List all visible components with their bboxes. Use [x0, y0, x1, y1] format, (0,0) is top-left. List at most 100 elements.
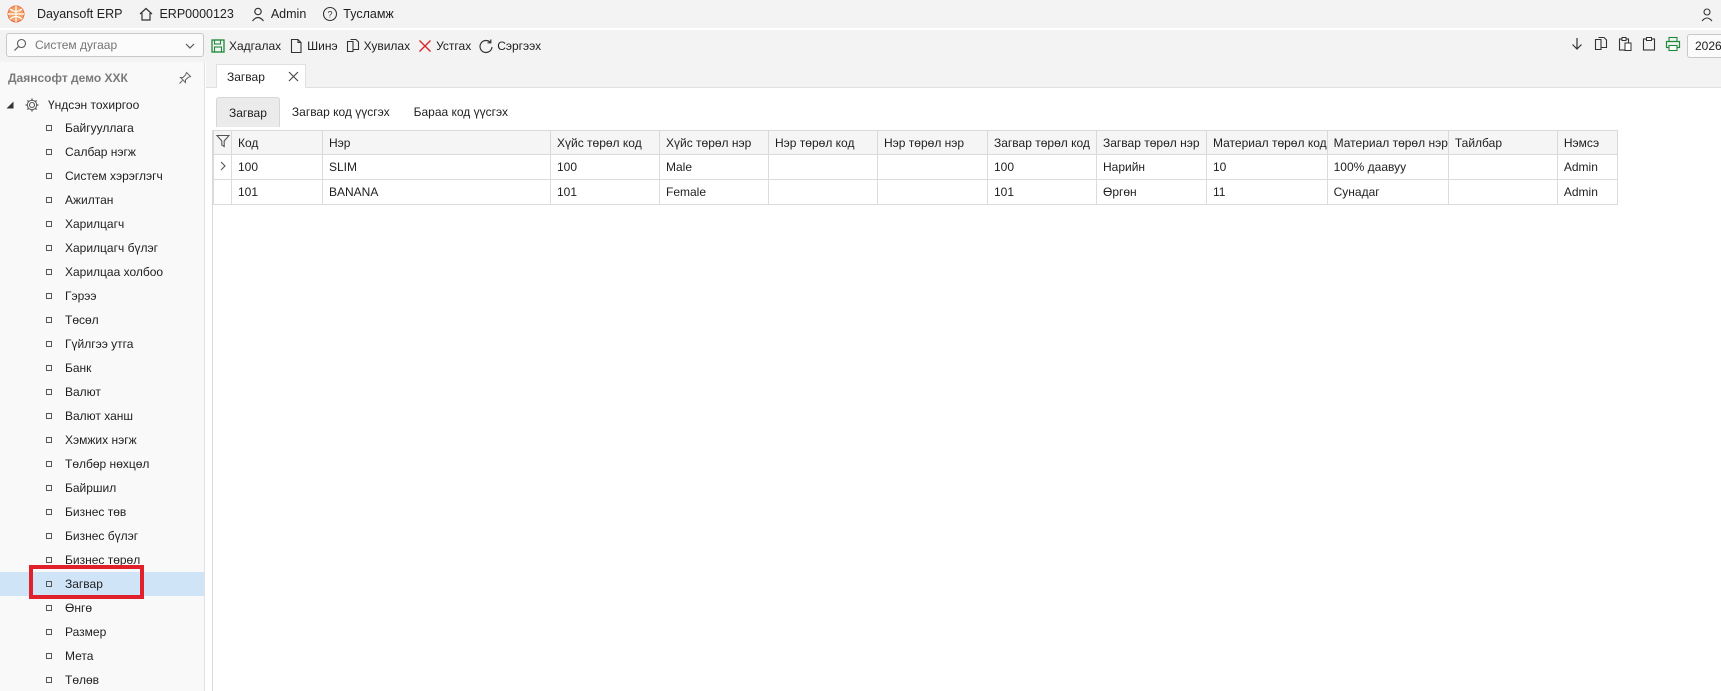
close-icon[interactable] — [288, 71, 299, 82]
table-cell[interactable]: Нарийн — [1096, 154, 1207, 180]
sidebar-item[interactable]: Хэмжих нэгж — [0, 428, 204, 452]
table-cell[interactable] — [877, 154, 988, 180]
column-header[interactable]: Тайлбар — [1447, 130, 1558, 155]
delete-button[interactable]: Устгах — [417, 38, 471, 54]
refresh-button[interactable]: Сэргээх — [478, 38, 541, 54]
refresh-icon — [479, 39, 493, 54]
column-header[interactable]: Материал төрөл код — [1206, 130, 1328, 155]
company-name: Даянсофт демо ХХК — [8, 71, 128, 85]
table-cell[interactable]: Male — [659, 154, 769, 180]
tree-root-basic-settings[interactable]: Үндсэн тохиргоо — [0, 94, 204, 116]
column-header[interactable]: Код — [231, 130, 323, 155]
copy-button[interactable]: Хувилах — [345, 38, 410, 54]
clipboard-icon[interactable] — [1641, 36, 1657, 52]
row-indicator[interactable] — [213, 154, 232, 180]
table-cell[interactable]: 101 — [550, 179, 660, 205]
column-header[interactable]: Нэр төрөл код — [768, 130, 878, 155]
user-button[interactable]: Admin — [250, 6, 306, 22]
sidebar-item[interactable]: Төлбөр нөхцөл — [0, 452, 204, 476]
column-header[interactable]: Материал төрөл нэр — [1326, 130, 1449, 155]
toolbar: Хадгалах Шинэ Хувилах Устгах Сэргээх 202… — [0, 30, 1721, 62]
table-cell[interactable]: BANANA — [322, 179, 551, 205]
column-header[interactable]: Загвар төрөл код — [987, 130, 1097, 155]
sidebar-item[interactable]: Бизнес төрөл — [0, 548, 204, 572]
system-number-search[interactable] — [6, 33, 204, 57]
year-field[interactable]: 2026 — [1687, 34, 1721, 58]
chevron-down-icon[interactable] — [184, 40, 196, 52]
filter-icon[interactable] — [215, 134, 230, 148]
table-cell[interactable] — [768, 154, 878, 180]
sidebar-item[interactable]: Харилцаа холбоо — [0, 260, 204, 284]
filter-header-cell[interactable] — [213, 130, 232, 155]
sidebar-item[interactable]: Төсөл — [0, 308, 204, 332]
table-row[interactable]: 100 SLIM 100 Male 100 Нарийн 10 100% даавуу Admi… — [213, 154, 1618, 180]
table-cell[interactable]: Admin — [1556, 154, 1618, 180]
sidebar-item[interactable]: Төлөв — [0, 668, 204, 691]
table-cell[interactable]: Female — [659, 179, 769, 205]
grid-body: 100 SLIM 100 Male 100 Нарийн 10 100% даавуу Admi… — [213, 154, 1618, 205]
document-tab-zagvar[interactable]: Загвар — [216, 64, 306, 88]
sidebar-item[interactable]: Мета — [0, 644, 204, 668]
table-cell[interactable]: 100% даавуу — [1326, 154, 1449, 180]
sidebar-item[interactable]: Размер — [0, 620, 204, 644]
help-button[interactable]: ? Тусламж — [322, 6, 394, 22]
table-cell[interactable]: 100 — [231, 154, 323, 180]
sidebar-item[interactable]: Банк — [0, 356, 204, 380]
sidebar-item[interactable]: Загвар — [0, 572, 204, 596]
download-icon[interactable] — [1569, 36, 1585, 52]
tab-label: Загвар код үүсгэх — [291, 105, 390, 119]
expand-triangle-icon[interactable] — [6, 101, 14, 109]
sidebar-item[interactable]: Систем хэрэглэгч — [0, 164, 204, 188]
table-cell[interactable]: Admin — [1556, 179, 1618, 205]
sidebar-item[interactable]: Гүйлгээ утга — [0, 332, 204, 356]
table-cell[interactable]: Өргөн — [1096, 179, 1207, 205]
table-cell[interactable]: SLIM — [322, 154, 551, 180]
sidebar-item[interactable]: Харилцагч бүлэг — [0, 236, 204, 260]
user-settings-icon[interactable] — [1699, 6, 1715, 22]
column-header[interactable]: Хүйс төрөл нэр — [659, 130, 769, 155]
table-cell[interactable]: Сунадаг — [1326, 179, 1449, 205]
tab-zagvar[interactable]: Загвар — [216, 97, 280, 127]
table-cell[interactable]: 100 — [987, 154, 1097, 180]
sidebar-item[interactable]: Байгууллага — [0, 116, 204, 140]
tab-generate-product-code[interactable]: Бараа код үүсгэх — [402, 97, 520, 127]
sidebar-item-label: Өнгө — [65, 601, 93, 615]
tree-node-icon — [46, 149, 52, 155]
sidebar-item[interactable]: Ажилтан — [0, 188, 204, 212]
column-header[interactable]: Нэр — [322, 130, 551, 155]
column-header[interactable]: Нэмсэ — [1556, 130, 1618, 155]
save-button[interactable]: Хадгалах — [210, 38, 281, 54]
sidebar-item[interactable]: Салбар нэгж — [0, 140, 204, 164]
pin-icon[interactable] — [178, 71, 192, 85]
table-row[interactable]: 101 BANANA 101 Female 101 Өргөн 11 Сунадаг Admin — [213, 179, 1618, 205]
table-cell[interactable] — [768, 179, 878, 205]
row-indicator[interactable] — [213, 179, 232, 205]
column-header[interactable]: Загвар төрөл нэр — [1096, 130, 1207, 155]
home-button[interactable]: ERP0000123 — [138, 6, 234, 22]
table-cell[interactable] — [877, 179, 988, 205]
search-input[interactable] — [35, 38, 175, 52]
sidebar-item[interactable]: Валют ханш — [0, 404, 204, 428]
sidebar-item[interactable]: Байршил — [0, 476, 204, 500]
sidebar-item[interactable]: Бизнес бүлэг — [0, 524, 204, 548]
new-button[interactable]: Шинэ — [288, 38, 338, 54]
column-header[interactable]: Хүйс төрөл код — [550, 130, 660, 155]
documents-icon[interactable] — [1593, 36, 1609, 52]
table-cell[interactable]: 101 — [231, 179, 323, 205]
sidebar-item[interactable]: Харилцагч — [0, 212, 204, 236]
table-cell[interactable]: 10 — [1206, 154, 1328, 180]
sidebar-item[interactable]: Өнгө — [0, 596, 204, 620]
table-cell[interactable]: 100 — [550, 154, 660, 180]
sidebar-item[interactable]: Гэрээ — [0, 284, 204, 308]
printer-icon[interactable] — [1665, 36, 1681, 52]
tab-generate-model-code[interactable]: Загвар код үүсгэх — [280, 97, 402, 127]
table-cell[interactable]: 11 — [1206, 179, 1328, 205]
table-cell[interactable] — [1447, 154, 1558, 180]
sidebar-item[interactable]: Бизнес төв — [0, 500, 204, 524]
sidebar-item[interactable]: Валют — [0, 380, 204, 404]
table-cell[interactable]: 101 — [987, 179, 1097, 205]
paste-icon[interactable] — [1617, 36, 1633, 52]
column-header[interactable]: Нэр төрөл нэр — [877, 130, 988, 155]
tree-node-icon — [46, 629, 52, 635]
table-cell[interactable] — [1447, 179, 1558, 205]
